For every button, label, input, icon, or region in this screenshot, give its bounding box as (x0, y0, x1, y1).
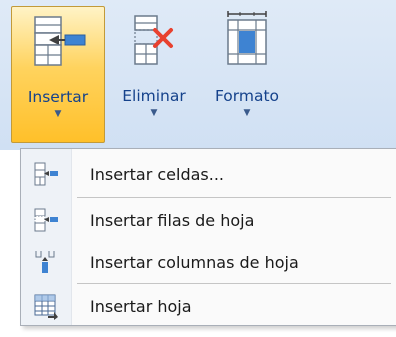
menu-item-insert-sheet[interactable]: Insertar hoja (21, 285, 396, 327)
menu-item-label: Insertar columnas de hoja (90, 252, 299, 272)
format-cells-icon (227, 11, 267, 65)
insert-cells-icon (34, 16, 86, 66)
format-button[interactable]: Formato ▼ (202, 6, 292, 141)
menu-item-label: Insertar hoja (90, 296, 192, 316)
delete-cells-icon (134, 15, 173, 65)
menu-separator (77, 197, 391, 198)
chevron-down-icon: ▼ (150, 108, 158, 118)
menu-item-insert-rows[interactable]: Insertar filas de hoja (21, 199, 396, 241)
insert-button-label: Insertar (27, 88, 89, 106)
insert-dropdown-menu: Insertar celdas... Insertar filas de hoj… (20, 148, 396, 326)
chevron-down-icon: ▼ (54, 109, 62, 119)
ribbon-cells-group: Insertar ▼ Eliminar ▼ Formato ▼ (0, 0, 396, 150)
delete-button[interactable]: Eliminar ▼ (108, 6, 200, 141)
menu-separator (77, 283, 391, 284)
insert-rows-icon (34, 208, 58, 232)
delete-button-label: Eliminar (122, 87, 186, 105)
menu-item-insert-columns[interactable]: Insertar columnas de hoja (21, 241, 396, 283)
insert-button[interactable]: Insertar ▼ (11, 6, 105, 143)
insert-columns-icon (35, 251, 55, 273)
chevron-down-icon: ▼ (243, 108, 251, 118)
format-button-label: Formato (214, 87, 280, 105)
menu-item-label: Insertar celdas... (90, 164, 224, 184)
insert-sheet-icon (34, 294, 58, 320)
menu-item-label: Insertar filas de hoja (90, 210, 255, 230)
insert-cells-icon (34, 162, 58, 186)
menu-item-insert-cells[interactable]: Insertar celdas... (21, 153, 396, 195)
